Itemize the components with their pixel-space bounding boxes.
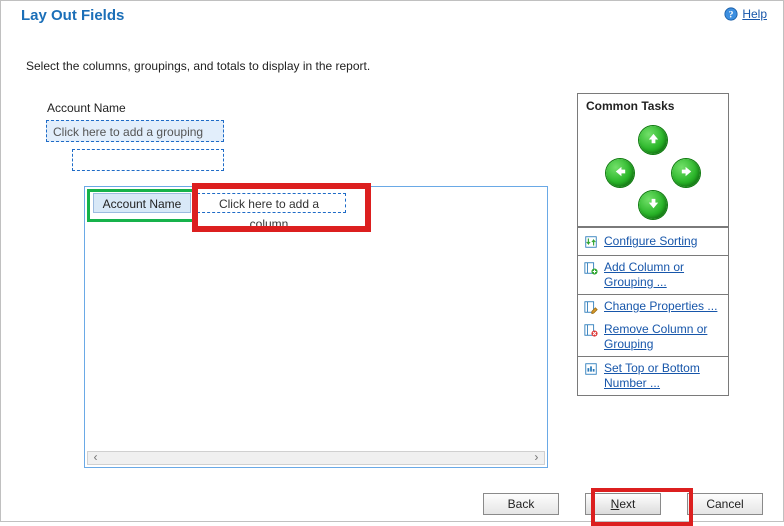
- task-configure-sorting[interactable]: Configure Sorting: [578, 228, 728, 255]
- arrow-up-icon: [646, 131, 661, 149]
- add-column-cell[interactable]: Click here to add a column: [192, 193, 346, 213]
- arrow-down-icon: [646, 196, 661, 214]
- svg-text:?: ?: [729, 10, 734, 21]
- column-account-name[interactable]: Account Name: [93, 193, 191, 213]
- add-grouping-cell[interactable]: Click here to add a grouping: [46, 120, 224, 142]
- column-header-row: Account Name Click here to add a column: [93, 193, 346, 213]
- scroll-right-icon[interactable]: ›: [533, 451, 540, 465]
- page-title: Lay Out Fields: [21, 7, 124, 24]
- cancel-button[interactable]: Cancel: [687, 493, 763, 515]
- task-label: Set Top or Bottom Number ...: [604, 361, 720, 391]
- top-bottom-icon: [584, 362, 598, 376]
- instruction-text: Select the columns, groupings, and total…: [26, 59, 370, 73]
- task-add-column[interactable]: Add Column or Grouping ...: [578, 256, 728, 294]
- common-tasks-heading: Common Tasks: [578, 94, 728, 118]
- wizard-page: Lay Out Fields ? Help Select the columns…: [0, 0, 784, 522]
- task-label: Remove Column or Grouping: [604, 322, 720, 352]
- report-layout-area: Account Name Click here to add a column …: [84, 186, 548, 468]
- arrow-right-icon: [679, 164, 694, 182]
- arrow-left-icon: [613, 164, 628, 182]
- help-link[interactable]: ? Help: [724, 7, 767, 21]
- task-label: Add Column or Grouping ...: [604, 260, 720, 290]
- move-right-button[interactable]: [672, 159, 700, 187]
- sort-icon: [584, 235, 598, 249]
- horizontal-scrollbar[interactable]: ‹ ›: [87, 451, 545, 465]
- scroll-left-icon[interactable]: ‹: [92, 451, 99, 465]
- wizard-button-bar: Back Next Cancel: [483, 493, 763, 515]
- next-button[interactable]: Next: [585, 493, 661, 515]
- add-column-icon: [584, 261, 598, 275]
- task-change-properties[interactable]: Change Properties ...: [578, 295, 728, 318]
- task-set-top-bottom[interactable]: Set Top or Bottom Number ...: [578, 357, 728, 395]
- common-tasks-panel: Common Tasks Configure Sorting: [577, 93, 729, 396]
- move-down-button[interactable]: [639, 191, 667, 219]
- remove-column-icon: [584, 323, 598, 337]
- move-left-button[interactable]: [606, 159, 634, 187]
- grouping-field-label: Account Name: [47, 101, 126, 115]
- task-label: Configure Sorting: [604, 234, 697, 249]
- move-up-button[interactable]: [639, 126, 667, 154]
- grouping-child-placeholder[interactable]: [72, 149, 224, 171]
- task-remove-column[interactable]: Remove Column or Grouping: [578, 318, 728, 356]
- help-label: Help: [742, 7, 767, 21]
- properties-icon: [584, 300, 598, 314]
- help-icon: ?: [724, 7, 738, 21]
- back-button[interactable]: Back: [483, 493, 559, 515]
- arrow-pad: [578, 118, 728, 227]
- task-label: Change Properties ...: [604, 299, 717, 314]
